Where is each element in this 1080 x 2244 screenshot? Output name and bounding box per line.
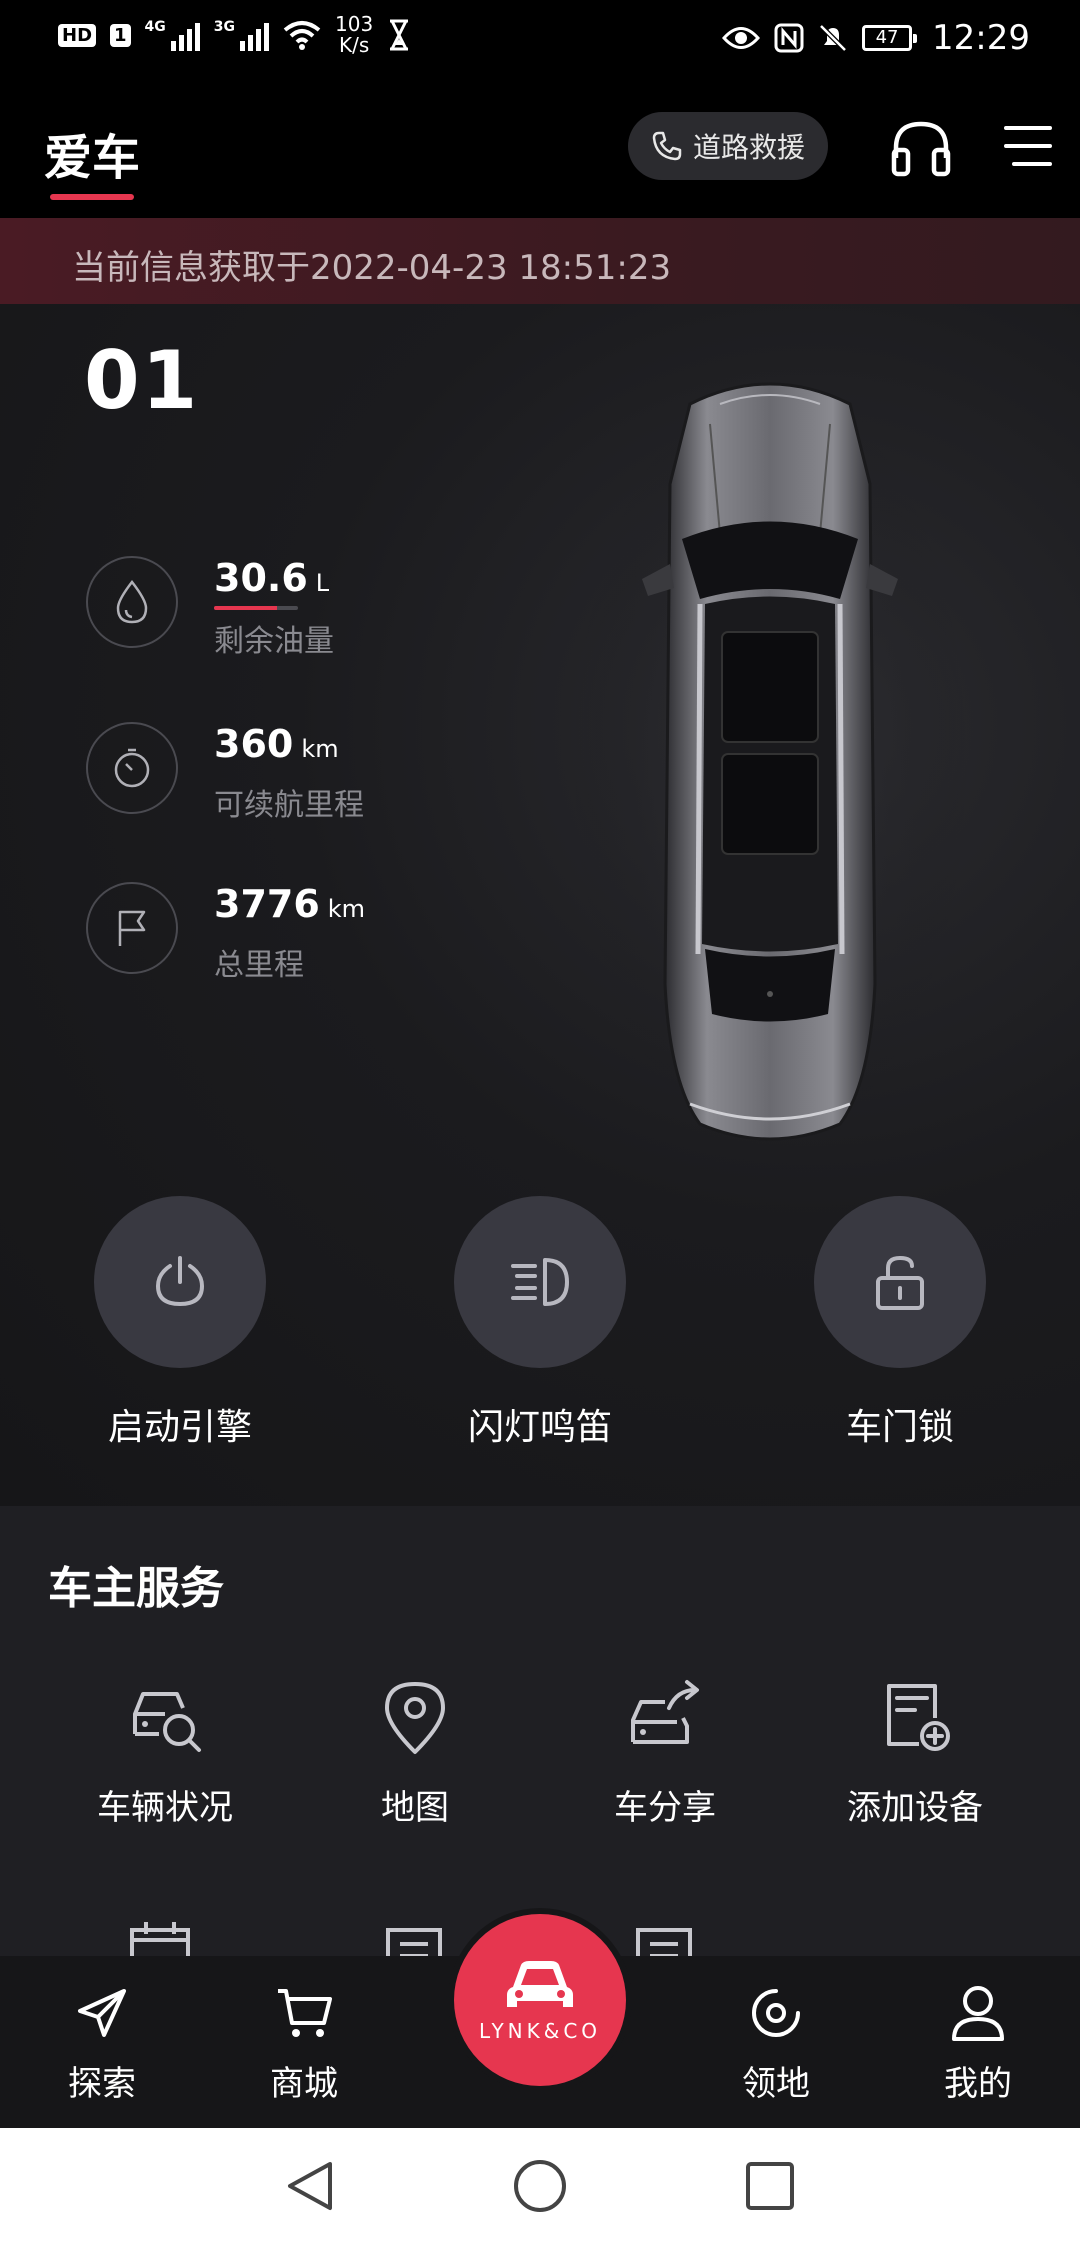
start-engine-label: 启动引擎 bbox=[107, 1407, 252, 1448]
car-top-view-image bbox=[570, 374, 970, 1154]
fuel-level-fill bbox=[214, 606, 277, 610]
service-car-share[interactable]: 车分享 bbox=[540, 1678, 790, 1829]
battery-icon: 47 bbox=[862, 25, 918, 51]
owner-services-section: 车主服务 车辆状况 地图 车分享 添加设备 bbox=[0, 1506, 1080, 1956]
brand-home-button[interactable]: LYNK&CO bbox=[454, 1914, 626, 2086]
speed-unit: K/s bbox=[338, 33, 370, 57]
home-circle-icon[interactable] bbox=[512, 2158, 568, 2218]
fuel-label: 剩余油量 bbox=[214, 624, 334, 659]
back-triangle-icon[interactable] bbox=[284, 2158, 336, 2218]
nav-explore[interactable]: 探索 bbox=[32, 1980, 172, 2105]
power-icon[interactable] bbox=[94, 1196, 266, 1368]
flash-honk-label: 闪灯鸣笛 bbox=[467, 1407, 612, 1448]
fuel-number: 30.6 bbox=[214, 556, 308, 600]
bottom-navigation: 探索 商城 LYNK&CO 领地 我的 bbox=[0, 1914, 1080, 2128]
mute-bell-icon bbox=[819, 24, 847, 52]
data-timestamp-banner: 当前信息获取于2022-04-23 18:51:23 bbox=[0, 218, 1080, 304]
signal-3g-icon: 3G bbox=[213, 19, 270, 51]
car-status-panel: 01 30.6 L 剩余油量 360 km 可续航里程 3776 km 总里程 … bbox=[0, 304, 1080, 1506]
clock: 12:29 bbox=[932, 18, 1030, 58]
document-icon[interactable] bbox=[384, 1926, 444, 1956]
nav-shop[interactable]: 商城 bbox=[234, 1980, 374, 2105]
calendar-icon[interactable] bbox=[128, 1920, 192, 1956]
road-rescue-label: 道路救援 bbox=[692, 131, 805, 164]
start-engine-action[interactable]: 启动引擎 bbox=[60, 1196, 300, 1450]
cart-icon bbox=[234, 1980, 374, 2046]
fuel-drop-icon bbox=[86, 556, 178, 648]
hourglass-icon bbox=[390, 19, 409, 51]
fuel-unit: L bbox=[315, 569, 330, 597]
odometer-unit: km bbox=[327, 895, 366, 923]
hd-badge: HD bbox=[58, 23, 97, 47]
service-add-device-label: 添加设备 bbox=[847, 1788, 983, 1828]
add-device-icon bbox=[790, 1678, 1040, 1758]
nav-me[interactable]: 我的 bbox=[908, 1980, 1048, 2105]
door-lock-label: 车门锁 bbox=[845, 1407, 954, 1448]
odometer-value: 3776 km bbox=[214, 882, 365, 926]
signal-4g-icon: 4G bbox=[145, 19, 200, 51]
nav-territory-label: 领地 bbox=[742, 2064, 810, 2104]
road-rescue-button[interactable]: 道路救援 bbox=[628, 112, 828, 180]
app-header: 爱车 道路救援 bbox=[0, 80, 1080, 218]
network-type-4g: 4G bbox=[144, 19, 166, 35]
timer-icon bbox=[86, 722, 178, 814]
flash-honk-action[interactable]: 闪灯鸣笛 bbox=[420, 1196, 660, 1450]
status-bar: HD 1 4G 3G 103 K/s 47 12:29 bbox=[0, 0, 1080, 80]
car-front-icon bbox=[507, 1961, 573, 2007]
headlight-icon[interactable] bbox=[454, 1196, 626, 1368]
odometer-label: 总里程 bbox=[214, 948, 304, 983]
nav-explore-label: 探索 bbox=[68, 2064, 136, 2104]
car-search-icon bbox=[40, 1678, 290, 1758]
nfc-icon bbox=[774, 23, 804, 53]
network-speed: 103 K/s bbox=[335, 14, 373, 56]
data-timestamp-text: 当前信息获取于2022-04-23 18:51:23 bbox=[72, 248, 672, 288]
range-number: 360 bbox=[214, 722, 294, 766]
flag-icon bbox=[86, 882, 178, 974]
service-add-device[interactable]: 添加设备 bbox=[790, 1678, 1040, 1829]
service-car-share-label: 车分享 bbox=[614, 1788, 716, 1828]
service-map[interactable]: 地图 bbox=[290, 1678, 540, 1829]
tab-my-car[interactable]: 爱车 bbox=[44, 118, 140, 188]
headset-icon[interactable] bbox=[888, 118, 954, 178]
range-unit: km bbox=[301, 735, 339, 763]
unlock-icon[interactable] bbox=[814, 1196, 986, 1368]
recents-square-icon[interactable] bbox=[744, 2158, 796, 2218]
user-icon bbox=[908, 1980, 1048, 2046]
service-vehicle-status[interactable]: 车辆状况 bbox=[40, 1678, 290, 1829]
nav-me-label: 我的 bbox=[944, 2064, 1012, 2104]
document-icon-2[interactable] bbox=[634, 1926, 694, 1956]
fuel-level-bar bbox=[214, 606, 298, 610]
nav-shop-label: 商城 bbox=[270, 2064, 338, 2104]
system-navigation-bar bbox=[0, 2128, 1080, 2244]
tab-active-indicator bbox=[50, 194, 134, 200]
range-label: 可续航里程 bbox=[214, 788, 364, 823]
range-value: 360 km bbox=[214, 722, 339, 766]
odometer-number: 3776 bbox=[214, 882, 320, 926]
car-model-name: 01 bbox=[84, 334, 200, 427]
map-pin-icon bbox=[290, 1678, 540, 1758]
wifi-icon bbox=[283, 21, 321, 50]
service-map-label: 地图 bbox=[381, 1788, 449, 1828]
service-vehicle-status-label: 车辆状况 bbox=[97, 1788, 233, 1828]
speed-value: 103 bbox=[335, 12, 374, 36]
eye-icon bbox=[722, 27, 761, 49]
send-arrow-icon bbox=[32, 1980, 172, 2046]
target-icon bbox=[706, 1980, 846, 2046]
hamburger-menu-icon[interactable] bbox=[1004, 124, 1052, 168]
fuel-value: 30.6 L bbox=[214, 556, 329, 600]
network-type-3g: 3G bbox=[213, 19, 236, 35]
door-lock-action[interactable]: 车门锁 bbox=[780, 1196, 1020, 1450]
brand-logo-text: LYNK&CO bbox=[478, 2019, 602, 2043]
owner-services-title: 车主服务 bbox=[48, 1563, 224, 1614]
sim-badge: 1 bbox=[110, 23, 131, 47]
phone-icon bbox=[652, 131, 682, 161]
car-share-icon bbox=[540, 1678, 790, 1758]
nav-territory[interactable]: 领地 bbox=[706, 1980, 846, 2105]
